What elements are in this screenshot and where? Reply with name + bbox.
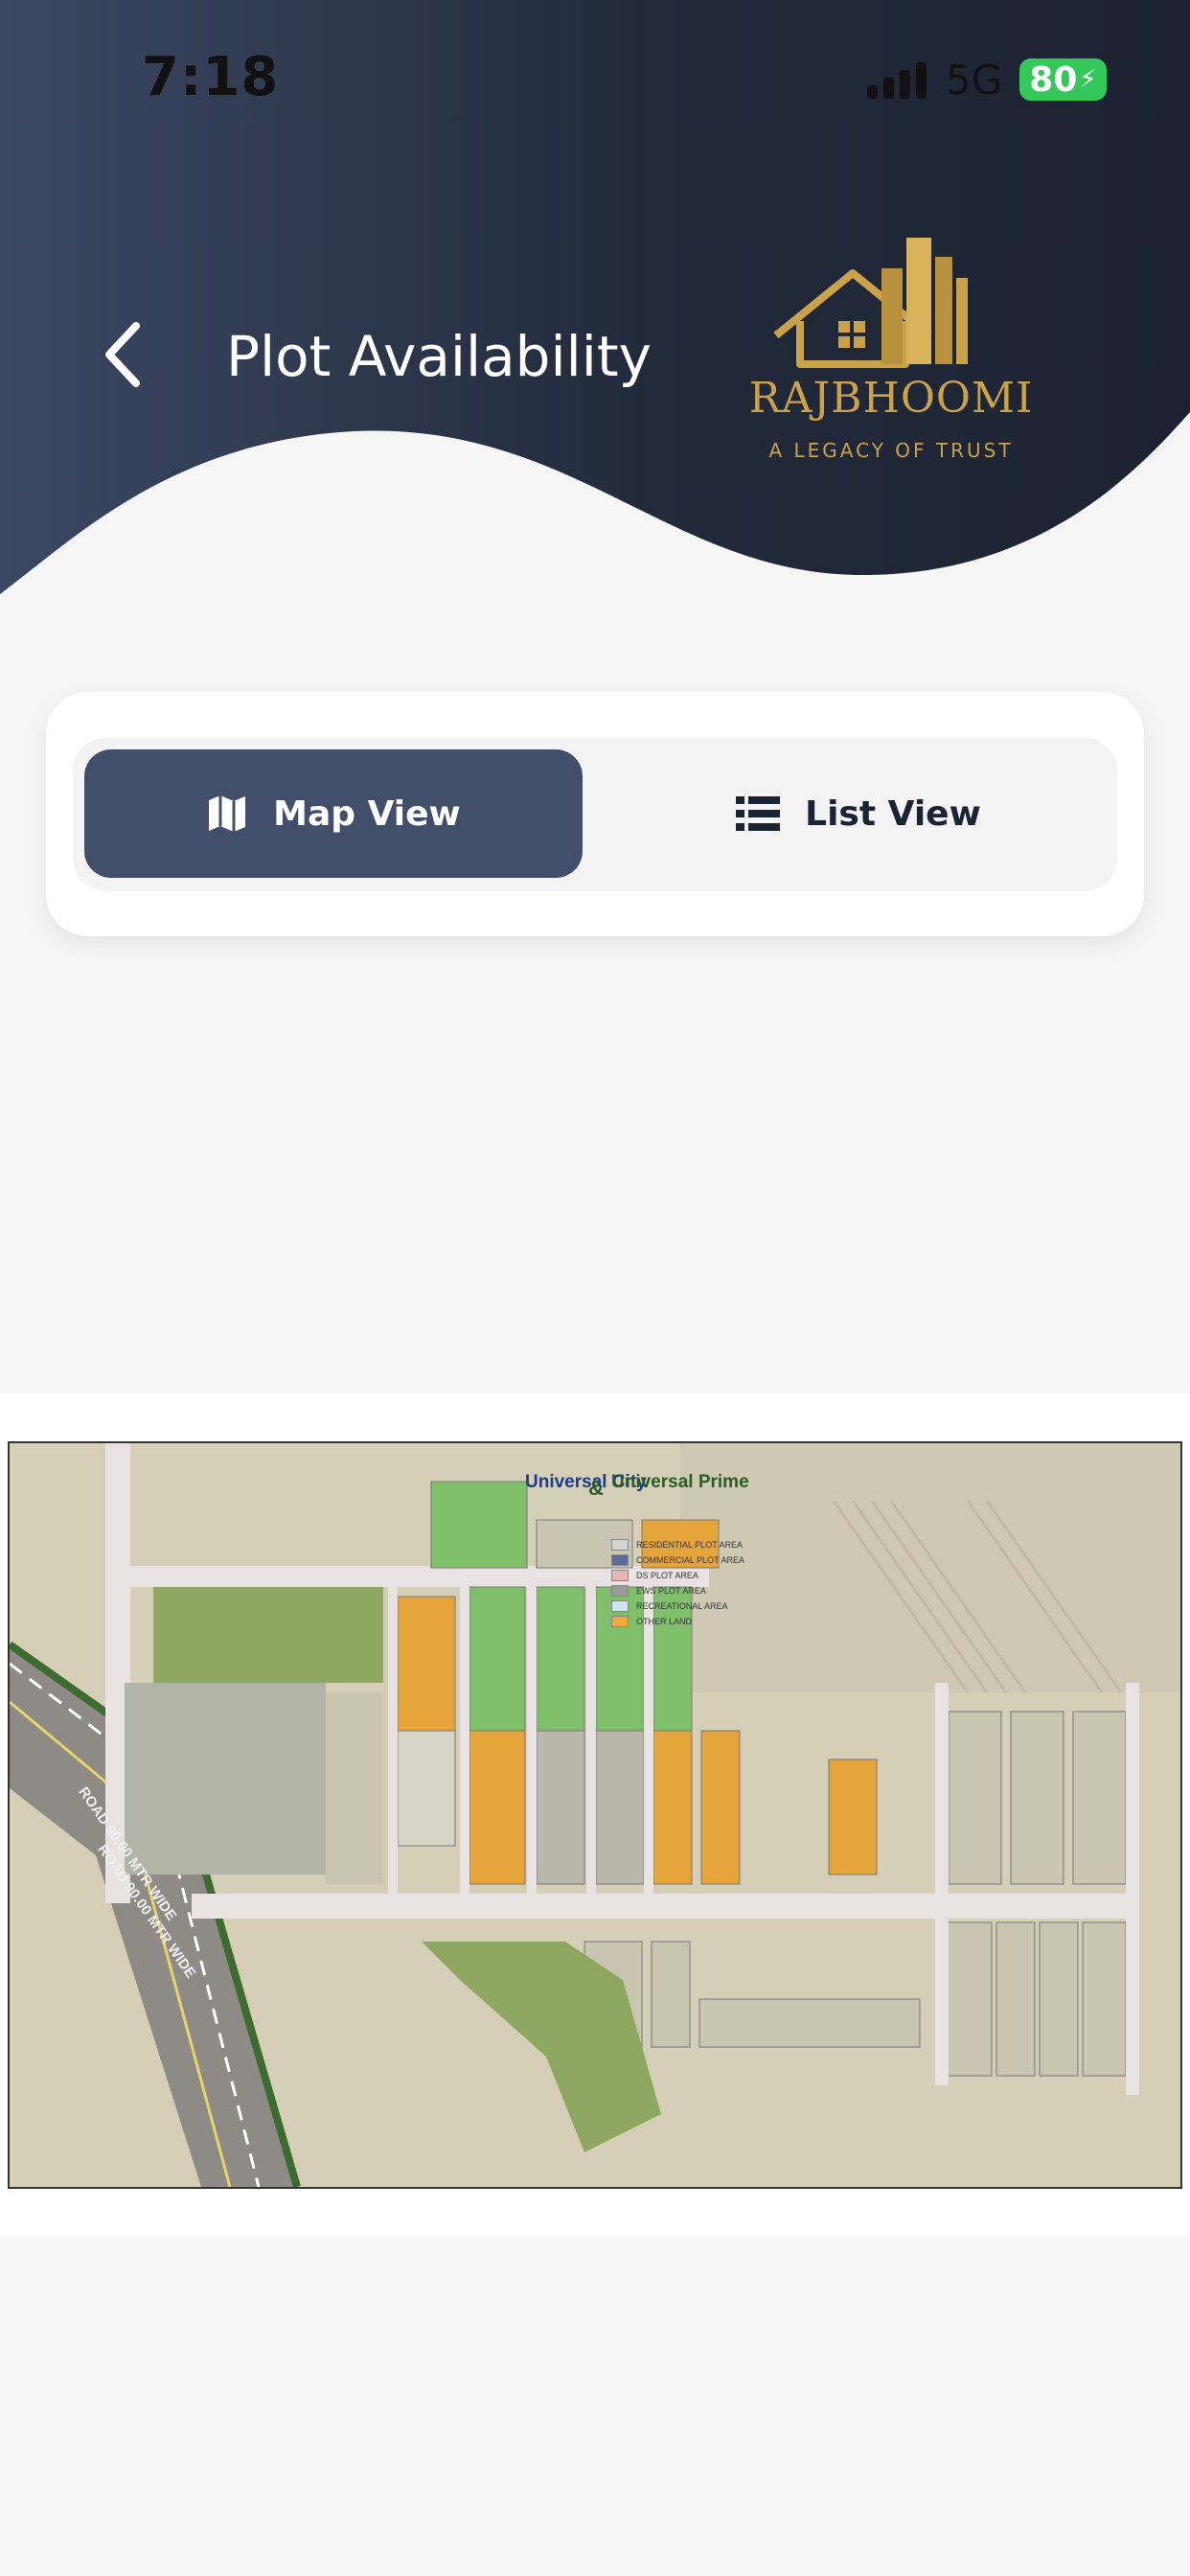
- battery-icon: 80 ⚡: [1019, 58, 1107, 101]
- site-plan-drawing: [10, 1443, 1180, 2187]
- battery-level: 80: [1029, 59, 1078, 100]
- logo-name: RAJBHOOMI: [748, 374, 1034, 423]
- logo-tagline: A LEGACY OF TRUST: [768, 439, 1014, 462]
- status-time: 7:18: [142, 46, 280, 108]
- map-icon: [209, 795, 246, 832]
- view-toggle-card: Map View List View: [46, 692, 1144, 936]
- legend-recreational: RECREATIONAL AREA: [611, 1600, 728, 1612]
- view-toggle: Map View List View: [73, 738, 1117, 891]
- list-view-tab[interactable]: List View: [609, 749, 1108, 878]
- page-title: Plot Availability: [226, 324, 652, 389]
- map-brand-right: Universal Prime: [611, 1472, 749, 1492]
- map-view-label: Map View: [273, 794, 461, 834]
- legend-commercial: COMMERCIAL PLOT AREA: [611, 1554, 744, 1566]
- signal-icon: [867, 60, 927, 99]
- legend-other-land: OTHER LAND: [611, 1616, 692, 1627]
- site-plan-map[interactable]: Universal City & Universal Prime RESIDEN…: [8, 1441, 1182, 2189]
- header: 7:18 5G 80 ⚡ Plot Availability RAJBHOOMI…: [0, 0, 1190, 613]
- legend-ews-plot: EWS PLOT AREA: [611, 1585, 706, 1597]
- map-view-tab[interactable]: Map View: [84, 749, 583, 878]
- chevron-left-icon: [105, 322, 140, 387]
- map-brand-connector: &: [588, 1476, 604, 1500]
- network-type: 5G: [946, 56, 1003, 104]
- brand-logo: RAJBHOOMI A LEGACY OF TRUST: [738, 230, 1044, 470]
- status-indicators: 5G 80 ⚡: [867, 56, 1107, 104]
- house-building-logo-icon: [773, 238, 968, 368]
- list-icon: [736, 796, 781, 831]
- legend-ds-plot: DS PLOT AREA: [611, 1570, 698, 1581]
- legend-residential: RESIDENTIAL PLOT AREA: [611, 1539, 743, 1551]
- back-button[interactable]: [96, 316, 153, 393]
- list-view-label: List View: [805, 794, 981, 834]
